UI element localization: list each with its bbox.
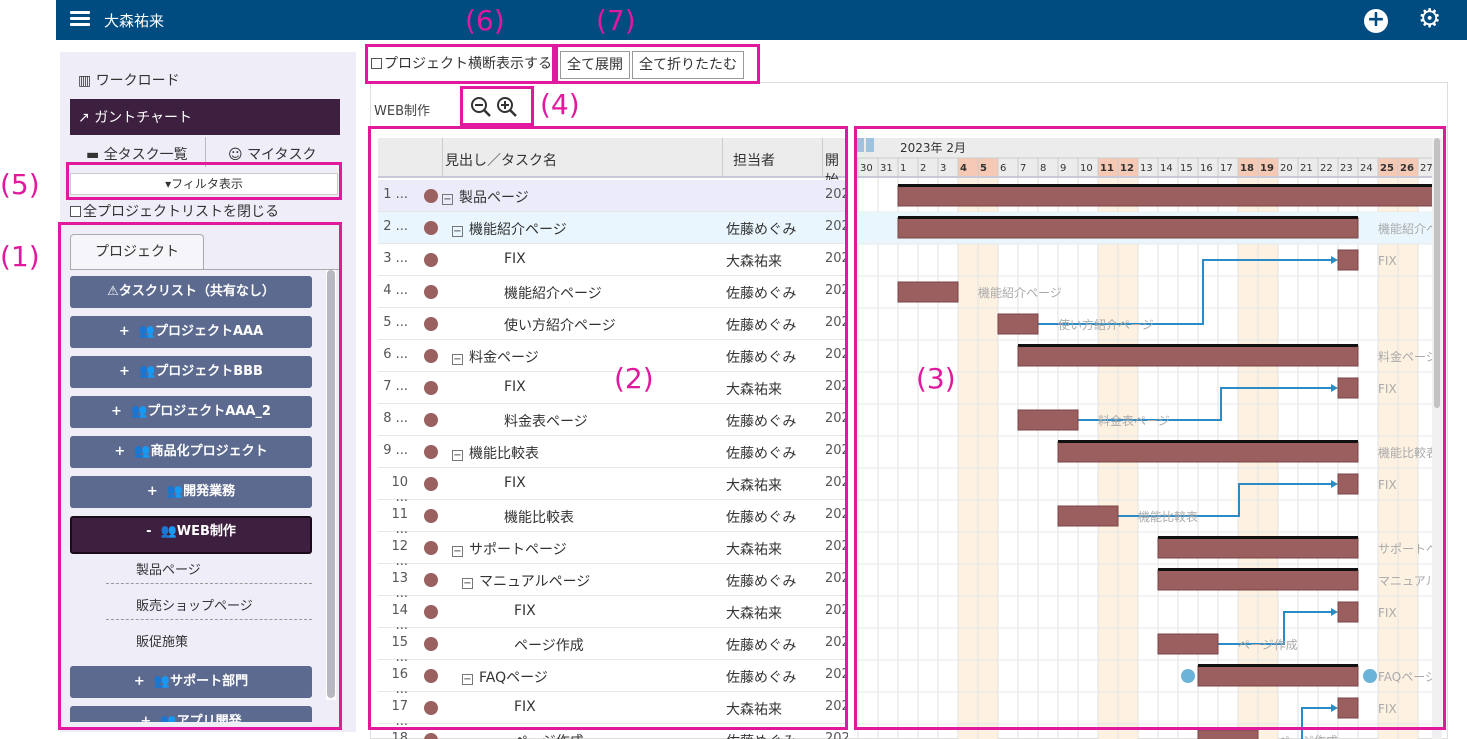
gear-icon[interactable]: ⚙ (1418, 5, 1441, 33)
annotation-box-1 (58, 222, 342, 730)
close-all-projects-checkbox[interactable]: 全プロジェクトリストを閉じる (70, 201, 279, 221)
smile-icon: ☺ (228, 147, 243, 163)
nav-gantt-label: ガントチャート (94, 110, 193, 126)
annotation-box-4 (460, 86, 534, 126)
annotation-label-4: (4) (540, 88, 580, 121)
annotation-box-5 (66, 162, 342, 200)
nav-workload-label: ワークロード (95, 73, 180, 89)
task-bar[interactable] (1197, 729, 1259, 739)
bar-chart-icon: ▥ (78, 73, 92, 89)
annotation-label-5: (5) (0, 168, 40, 201)
inbox-icon: ▬ (86, 147, 100, 163)
user-name[interactable]: 大森祐来 (104, 10, 164, 31)
annotation-label-7: (7) (596, 4, 636, 37)
project-title: WEB制作 (374, 104, 430, 119)
hamburger-icon[interactable] (70, 8, 90, 32)
line-chart-icon: ↗ (78, 110, 90, 126)
nav-gantt[interactable]: ↗ ガントチャート (70, 99, 340, 135)
annotation-box-6 (365, 44, 555, 84)
close-all-label: 全プロジェクトリストを閉じる (83, 204, 279, 220)
annotation-box-2 (368, 126, 848, 730)
annotation-box-3 (854, 126, 1446, 730)
annotation-label-6: (6) (465, 4, 505, 37)
annotation-label-3: (3) (916, 362, 956, 395)
task-start[interactable]: 202 (825, 731, 848, 739)
my-tasks-tab[interactable]: ☺ マイタスク (228, 144, 317, 164)
plus-circle-icon[interactable]: + (1364, 9, 1388, 33)
app-header: 大森祐来 + ⚙ (56, 0, 1467, 40)
all-tasks-label: 全タスク一覧 (103, 147, 188, 163)
row-number: 18 ... (391, 731, 408, 739)
nav-workload[interactable]: ▥ ワークロード (70, 62, 340, 98)
task-assignee[interactable]: 佐藤めぐみ (726, 731, 796, 739)
checkbox-icon[interactable] (70, 206, 81, 217)
status-dot-icon[interactable] (424, 733, 438, 739)
annotation-label-2: (2) (614, 362, 654, 395)
task-title[interactable]: ページ作成 (514, 731, 584, 739)
annotation-label-1: (1) (0, 240, 40, 273)
my-tasks-label: マイタスク (247, 147, 317, 163)
task-bar-label: ページ作成 (1278, 734, 1338, 739)
all-tasks-tab[interactable]: ▬ 全タスク一覧 (86, 144, 188, 164)
annotation-box-7 (555, 44, 760, 84)
task-title-text: ページ作成 (514, 734, 584, 739)
